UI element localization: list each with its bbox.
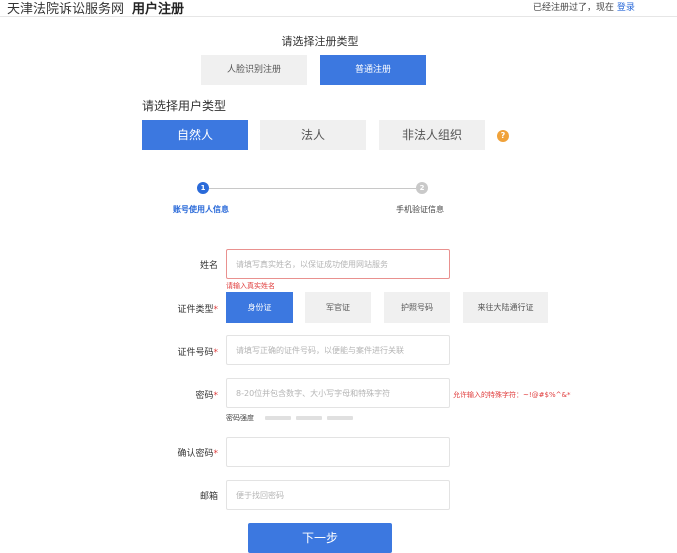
required-mark: *	[213, 449, 219, 459]
id-number-field[interactable]	[226, 335, 450, 365]
password-strength-bar	[296, 416, 322, 420]
password-input[interactable]	[227, 379, 449, 407]
required-mark: *	[213, 391, 219, 401]
password-strength-label: 密码强度	[226, 414, 254, 422]
name-field[interactable]	[226, 249, 450, 279]
site-name: 天津法院诉讼服务网	[7, 2, 125, 17]
password-field[interactable]	[226, 378, 450, 408]
id-number-label: 证件号码*	[177, 348, 219, 358]
name-label: 姓名	[199, 261, 218, 271]
password-label: 密码*	[195, 391, 219, 401]
required-mark: *	[213, 305, 219, 315]
email-input[interactable]	[227, 481, 449, 509]
step-1-indicator: 1	[197, 182, 209, 194]
email-label: 邮箱	[199, 492, 218, 502]
user-type-unincorporated-org[interactable]: 非法人组织	[379, 120, 485, 150]
id-type-label: 证件类型*	[177, 305, 219, 315]
id-number-input[interactable]	[227, 336, 449, 364]
user-type-legal-person[interactable]: 法人	[260, 120, 366, 150]
page-title: 用户注册	[132, 2, 185, 17]
name-input[interactable]	[227, 250, 449, 278]
confirm-password-label: 确认密码*	[177, 449, 219, 459]
user-type-natural-person[interactable]: 自然人	[142, 120, 248, 150]
login-prompt: 已经注册过了，现在 登录	[533, 0, 635, 13]
email-field[interactable]	[226, 480, 450, 510]
step-1-label: 账号使用人信息	[173, 205, 229, 214]
id-type-id-card-button[interactable]: 身份证	[226, 292, 293, 323]
login-prompt-text: 已经注册过了，现在	[533, 3, 615, 13]
required-mark: *	[213, 348, 219, 358]
id-type-mainland-permit-button[interactable]: 来往大陆通行证	[463, 292, 548, 323]
id-type-officer-card-button[interactable]: 军官证	[305, 292, 371, 323]
name-error-message: 请输入真实姓名	[226, 282, 275, 290]
password-strength-bar	[265, 416, 291, 420]
id-type-passport-button[interactable]: 护照号码	[384, 292, 450, 323]
step-connector-line	[209, 188, 416, 189]
face-recognition-register-button[interactable]: 人脸识别注册	[201, 55, 307, 85]
confirm-password-field[interactable]	[226, 437, 450, 467]
registration-type-title: 请选择注册类型	[281, 35, 359, 48]
confirm-password-input[interactable]	[227, 438, 449, 466]
step-2-indicator: 2	[416, 182, 428, 194]
password-special-chars-hint: 允许输入的特殊字符：~!@#$%^&*	[453, 391, 571, 399]
password-strength-bar	[327, 416, 353, 420]
step-2-label: 手机验证信息	[396, 205, 444, 214]
normal-register-button[interactable]: 普通注册	[320, 55, 426, 85]
login-link[interactable]: 登录	[617, 3, 635, 13]
help-icon[interactable]: ?	[497, 130, 509, 142]
user-type-title: 请选择用户类型	[142, 99, 227, 113]
